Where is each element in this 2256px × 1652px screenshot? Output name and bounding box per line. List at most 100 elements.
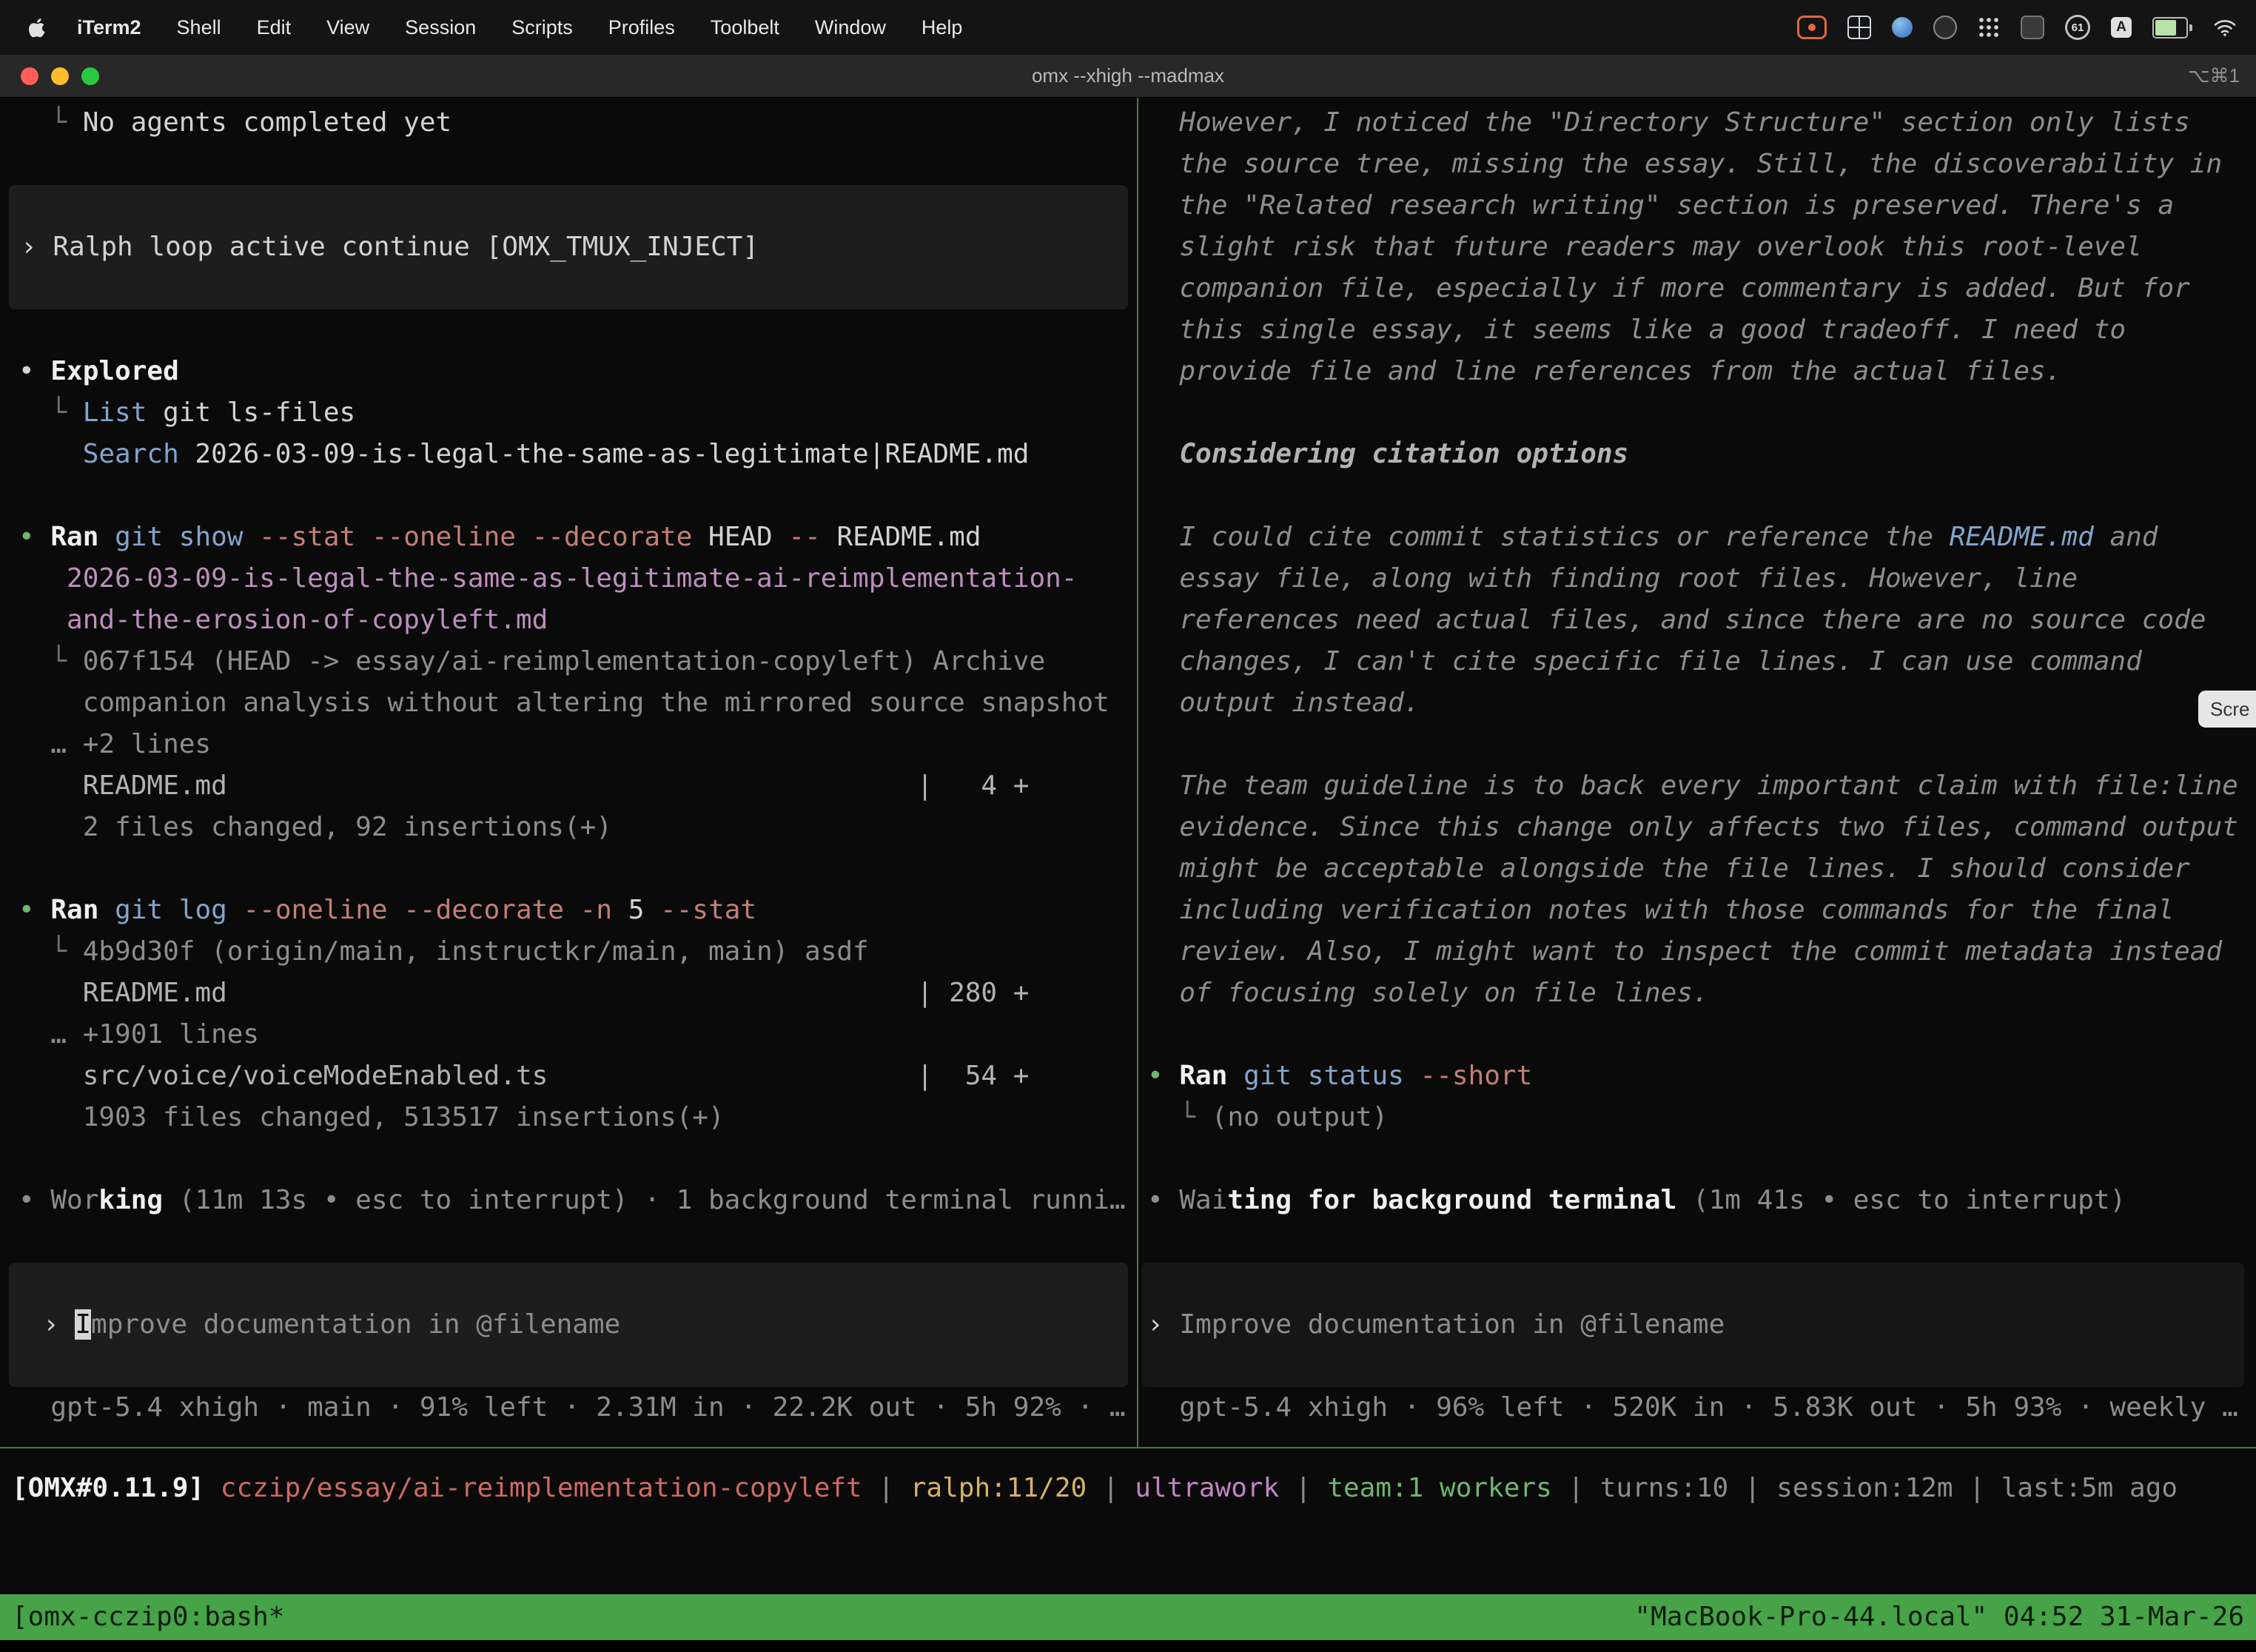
menu-item-window[interactable]: Window <box>797 16 904 39</box>
text-segment: No agents completed yet <box>83 107 452 138</box>
text-segment <box>1227 1061 1243 1091</box>
zoom-button[interactable] <box>81 67 99 85</box>
apple-icon[interactable] <box>27 17 49 38</box>
terminal-line: evidence. Since this change only affects… <box>1147 807 2256 848</box>
text-segment: 067f154 (HEAD -> essay/ai-reimplementati… <box>83 646 1045 676</box>
terminal-line: └ List git ls-files <box>19 392 1137 434</box>
screen-tooltip[interactable]: Scre <box>2198 691 2256 728</box>
terminal-line: I could cite commit statistics or refere… <box>1147 517 2256 558</box>
battery-percentage-icon[interactable]: 61 <box>2065 15 2090 40</box>
right-pane[interactable]: However, I noticed the "Directory Struct… <box>1138 98 2256 1447</box>
text-segment: 2026-03-09-is-legal-the-same-as-legitima… <box>19 563 1077 594</box>
prompt-input[interactable]: › Improve documentation in @filename <box>1141 1263 2244 1387</box>
terminal-line: └ 067f154 (HEAD -> essay/ai-reimplementa… <box>19 641 1137 682</box>
text-segment: I could cite commit statistics or refere… <box>1147 522 1950 552</box>
text-segment: git ls-files <box>147 397 355 428</box>
omx-status-bar: [OMX#0.11.9] cczip/essay/ai-reimplementa… <box>12 1468 2256 1509</box>
terminal-blank-line <box>1147 1138 2256 1180</box>
text-segment: README.md | 4 + <box>19 770 1029 801</box>
terminal-line: • Ran git log --oneline --decorate -n 5 … <box>19 890 1137 931</box>
screen-recording-icon[interactable] <box>1797 16 1827 39</box>
text-segment <box>243 522 259 552</box>
prompt-input[interactable]: › Improve documentation in @filename <box>9 1263 1128 1387</box>
terminal-line: slight risk that future readers may over… <box>1147 226 2256 268</box>
terminal-line: Considering citation options <box>1147 434 2256 475</box>
wifi-icon[interactable] <box>2213 18 2237 37</box>
dots-grid-icon[interactable] <box>1978 16 2000 38</box>
text-segment <box>227 895 244 925</box>
terminal-blank-line <box>19 848 1137 890</box>
terminal-line: of focusing solely on file lines. <box>1147 973 2256 1014</box>
text-segment: Search <box>83 439 179 469</box>
terminal-line: • Ran git status --short <box>1147 1055 2256 1097</box>
menu-item-view[interactable]: View <box>309 16 387 39</box>
text-segment: companion file, especially if more comme… <box>1147 273 2190 303</box>
window-grid-icon[interactable] <box>1847 16 1871 39</box>
blue-app-icon[interactable] <box>1892 17 1913 38</box>
menu-item-help[interactable]: Help <box>904 16 981 39</box>
app-icon[interactable] <box>2021 16 2044 39</box>
text-segment: src/voice/voiceModeEnabled.ts | 54 + <box>19 1061 1029 1091</box>
dark-app-icon[interactable] <box>1933 16 1957 39</box>
text-segment: ting for background terminal <box>1227 1185 1676 1215</box>
terminal-line: README.md | 4 + <box>19 765 1137 807</box>
tmux-host-clock-label: "MacBook-Pro-44.local" 04:52 31-Mar-26 <box>1634 1594 2244 1640</box>
text-segment: -- <box>788 522 820 552</box>
menu-item-scripts[interactable]: Scripts <box>494 16 591 39</box>
terminal-line: gpt-5.4 xhigh · 96% left · 520K in · 5.8… <box>1147 1387 2256 1428</box>
text-segment: this single essay, it seems like a good … <box>1147 315 2126 345</box>
text-segment: (no output) <box>1212 1102 1388 1132</box>
menu-item-iterm2[interactable]: iTerm2 <box>59 16 159 39</box>
terminal-line: 2026-03-09-is-legal-the-same-as-legitima… <box>19 558 1137 600</box>
text-segment: └ <box>19 936 83 967</box>
terminal-line: companion file, especially if more comme… <box>1147 268 2256 309</box>
window-shortcut-label: ⌥⌘1 <box>2188 64 2240 87</box>
text-segment: • <box>1147 1185 1179 1215</box>
text-segment: might be acceptable alongside the file l… <box>1147 853 2190 884</box>
close-button[interactable] <box>21 67 38 85</box>
text-segment: ralph:11/20 <box>910 1473 1087 1503</box>
terminal-line: this single essay, it seems like a good … <box>1147 309 2256 351</box>
text-segment: The team guideline is to back every impo… <box>1147 770 2238 801</box>
text-segment: gpt-5.4 xhigh · 96% left · 520K in · 5.8… <box>1147 1392 2238 1423</box>
left-pane[interactable]: └ No agents completed yet › Ralph loop ac… <box>0 98 1138 1447</box>
text-segment: --stat --oneline --decorate <box>259 522 692 552</box>
text-segment: | <box>1279 1473 1327 1503</box>
text-segment: the source tree, missing the essay. Stil… <box>1147 149 2222 179</box>
text-segment <box>98 895 115 925</box>
text-segment <box>564 895 580 925</box>
text-segment: HEAD <box>692 522 788 552</box>
minimize-button[interactable] <box>51 67 69 85</box>
text-segment: 4b9d30f (origin/main, instructkr/main, m… <box>83 936 869 967</box>
terminal-blank-line <box>19 144 1137 185</box>
prompt-line: › Ralph loop active continue [OMX_TMUX_I… <box>21 226 759 268</box>
ralph-loop-banner[interactable]: › Ralph loop active continue [OMX_TMUX_I… <box>9 185 1128 309</box>
text-segment: Ran <box>50 522 98 552</box>
text-segment: mprove documentation in @filename <box>91 1309 620 1340</box>
text-segment: • <box>19 895 50 925</box>
text-segment: git log <box>115 895 227 925</box>
text-segment: Ran <box>50 895 98 925</box>
input-source-icon[interactable]: A <box>2111 17 2132 38</box>
text-segment: -n <box>580 895 612 925</box>
text-segment: (1m 41s • esc to interrupt) <box>1676 1185 2126 1215</box>
menu-item-edit[interactable]: Edit <box>239 16 309 39</box>
text-segment: README.md <box>821 522 981 552</box>
tmux-status-bar: [omx-cczip0:bash* "MacBook-Pro-44.local"… <box>0 1594 2256 1640</box>
screen: iTerm2ShellEditViewSessionScriptsProfile… <box>0 0 2256 1652</box>
menu-item-profiles[interactable]: Profiles <box>591 16 693 39</box>
menu-item-shell[interactable]: Shell <box>159 16 239 39</box>
prompt-line: › Improve documentation in @filename <box>43 1304 620 1346</box>
text-segment: of focusing solely on file lines. <box>1147 978 1709 1008</box>
window-title: omx --xhigh --madmax <box>1032 64 1224 87</box>
text-segment: README.md <box>1950 522 2094 552</box>
menu-item-session[interactable]: Session <box>387 16 494 39</box>
menu-item-toolbelt[interactable]: Toolbelt <box>693 16 797 39</box>
text-segment: › <box>21 232 53 262</box>
terminal-line: src/voice/voiceModeEnabled.ts | 54 + <box>19 1055 1137 1097</box>
text-segment: provide file and line references from th… <box>1147 356 2061 386</box>
terminal-blank-line <box>19 1138 1137 1180</box>
battery-icon[interactable] <box>2152 17 2192 38</box>
terminal-line: the source tree, missing the essay. Stil… <box>1147 144 2256 185</box>
terminal-line: • Working (11m 13s • esc to interrupt) ·… <box>19 1180 1137 1221</box>
